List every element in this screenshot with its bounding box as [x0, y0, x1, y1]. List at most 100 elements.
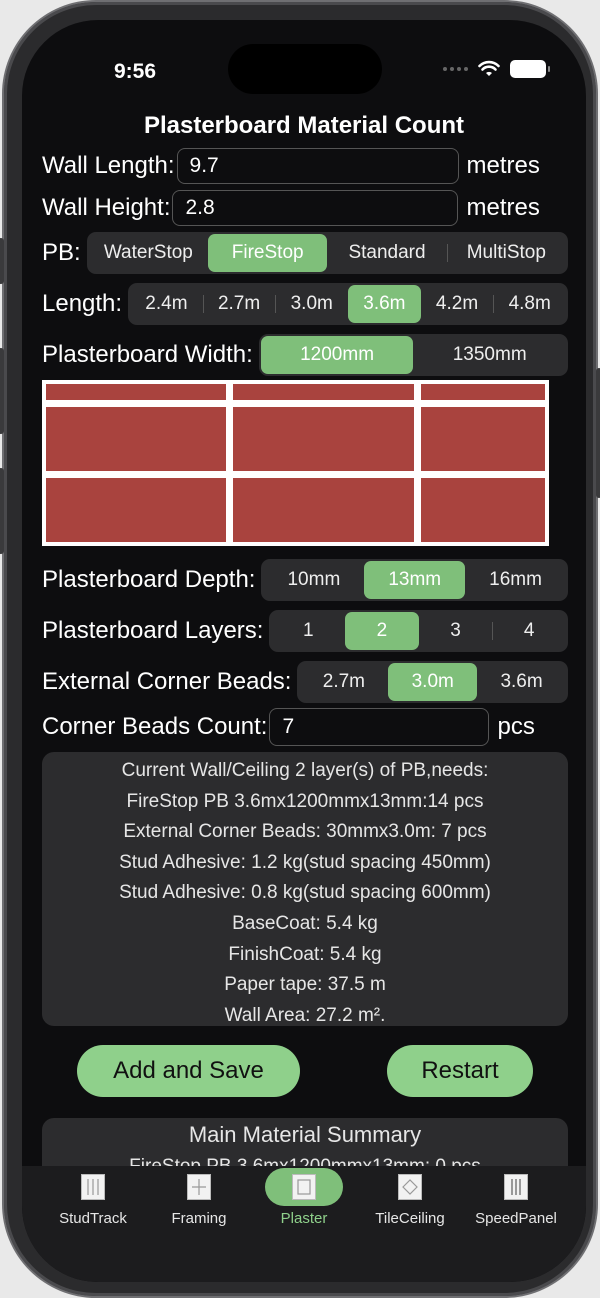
- add-and-save-button[interactable]: Add and Save: [77, 1045, 300, 1097]
- pb-type-segmented-control: WaterStop FireStop Standard MultiStop: [86, 232, 568, 274]
- tab-framing[interactable]: Framing: [149, 1166, 249, 1227]
- result-line: External Corner Beads: 30mmx3.0m: 7 pcs: [123, 821, 487, 843]
- board-panel: [46, 384, 226, 400]
- length-option-4-2m[interactable]: 4.2m: [421, 285, 494, 323]
- board-panel: [46, 407, 226, 471]
- pb-option-multistop[interactable]: MultiStop: [446, 234, 566, 272]
- board-panel: [421, 384, 545, 400]
- tab-speedpanel[interactable]: SpeedPanel: [466, 1166, 566, 1227]
- volume-up-button: [0, 348, 4, 434]
- result-line: Stud Adhesive: 1.2 kg(stud spacing 450mm…: [119, 851, 491, 873]
- cellular-signal-icon: [443, 67, 468, 71]
- status-icons: [443, 60, 550, 78]
- studtrack-icon: [81, 1174, 105, 1200]
- volume-down-button: [0, 468, 4, 554]
- length-option-3-0m[interactable]: 3.0m: [275, 285, 348, 323]
- pb-option-standard[interactable]: Standard: [327, 234, 446, 272]
- restart-button[interactable]: Restart: [387, 1045, 533, 1097]
- board-panel: [421, 407, 545, 471]
- tab-label: SpeedPanel: [475, 1210, 557, 1227]
- wall-length-label: Wall Length:: [42, 152, 175, 179]
- result-line: Paper tape: 37.5 m: [224, 974, 386, 996]
- board-panel: [233, 478, 414, 542]
- depth-option-13mm[interactable]: 13mm: [364, 561, 466, 599]
- depth-option-10mm[interactable]: 10mm: [263, 561, 364, 599]
- battery-icon: [510, 60, 550, 78]
- results-panel: Current Wall/Ceiling 2 layer(s) of PB,ne…: [42, 752, 568, 1026]
- length-option-2-7m[interactable]: 2.7m: [202, 285, 276, 323]
- result-line: FinishCoat: 5.4 kg: [228, 943, 382, 965]
- wall-height-label: Wall Height:: [42, 194, 171, 221]
- plasterboard-layout-diagram: [42, 380, 549, 546]
- length-row: Length: 2.4m 2.7m 3.0m 3.6m 4.2m 4.8m: [42, 283, 568, 325]
- result-line: Stud Adhesive: 0.8 kg(stud spacing 600mm…: [119, 882, 491, 904]
- speedpanel-icon: [504, 1174, 528, 1200]
- width-segmented-control: 1200mm 1350mm: [258, 334, 568, 376]
- corner-count-label: Corner Beads Count:: [42, 713, 268, 740]
- length-option-4-8m[interactable]: 4.8m: [493, 285, 566, 323]
- length-option-3-6m[interactable]: 3.6m: [348, 285, 421, 323]
- layers-option-1[interactable]: 1: [271, 612, 345, 650]
- wall-length-row: Wall Length: 9.7 metres: [42, 148, 568, 184]
- tab-tileceiling[interactable]: TileCeiling: [360, 1166, 460, 1227]
- phone-frame: 9:56 Plasterboard Material Count Wall Le…: [0, 2, 600, 1296]
- layers-option-3[interactable]: 3: [419, 612, 493, 650]
- plaster-icon: [292, 1174, 316, 1200]
- status-time: 9:56: [114, 60, 157, 83]
- wifi-icon: [478, 60, 500, 76]
- pb-type-row: PB: WaterStop FireStop Standard MultiSto…: [42, 232, 568, 274]
- width-label: Plasterboard Width:: [42, 341, 253, 368]
- corner-count-input[interactable]: 7: [269, 708, 490, 746]
- framing-icon: [187, 1174, 211, 1200]
- wall-height-row: Wall Height: 2.8 metres: [42, 190, 568, 226]
- wall-height-unit: metres: [466, 194, 540, 221]
- tab-plaster[interactable]: Plaster: [254, 1166, 354, 1227]
- wall-length-unit: metres: [466, 152, 540, 179]
- depth-row: Plasterboard Depth: 10mm 13mm 16mm: [42, 559, 568, 601]
- corner-beads-label: External Corner Beads:: [42, 668, 292, 695]
- layers-row: Plasterboard Layers: 1 2 3 4: [42, 610, 568, 652]
- layers-option-4[interactable]: 4: [492, 612, 566, 650]
- board-panel: [233, 407, 414, 471]
- width-option-1350mm[interactable]: 1350mm: [413, 336, 566, 374]
- wall-height-input[interactable]: 2.8: [172, 190, 459, 226]
- tileceiling-icon: [398, 1174, 422, 1200]
- board-panel: [46, 478, 226, 542]
- depth-label: Plasterboard Depth:: [42, 566, 256, 593]
- result-line: Current Wall/Ceiling 2 layer(s) of PB,ne…: [121, 760, 489, 781]
- corner-count-unit: pcs: [497, 713, 535, 740]
- power-button: [596, 368, 600, 498]
- layers-label: Plasterboard Layers:: [42, 617, 264, 644]
- width-row: Plasterboard Width: 1200mm 1350mm: [42, 334, 568, 376]
- corner-option-3-6m[interactable]: 3.6m: [477, 663, 566, 701]
- page-title: Plasterboard Material Count: [143, 112, 465, 139]
- tab-bar: StudTrack Framing Plaster TileCeiling Sp…: [22, 1166, 586, 1282]
- screen: 9:56 Plasterboard Material Count Wall Le…: [22, 20, 586, 1282]
- silent-switch: [0, 238, 4, 284]
- tab-studtrack[interactable]: StudTrack: [43, 1166, 143, 1227]
- tab-label: TileCeiling: [375, 1210, 445, 1227]
- depth-option-16mm[interactable]: 16mm: [465, 561, 566, 599]
- depth-segmented-control: 10mm 13mm 16mm: [261, 559, 568, 601]
- corner-beads-row: External Corner Beads: 2.7m 3.0m 3.6m: [42, 661, 568, 703]
- pb-option-waterstop[interactable]: WaterStop: [89, 234, 208, 272]
- summary-title: Main Material Summary: [188, 1122, 422, 1147]
- tab-label: Framing: [171, 1210, 227, 1227]
- result-line: BaseCoat: 5.4 kg: [232, 912, 378, 934]
- result-line: FireStop PB 3.6mx1200mmx13mm:14 pcs: [126, 790, 484, 812]
- length-option-2-4m[interactable]: 2.4m: [130, 285, 203, 323]
- pb-option-firestop[interactable]: FireStop: [208, 234, 328, 272]
- tab-label: Plaster: [280, 1210, 328, 1227]
- pb-type-label: PB:: [42, 239, 81, 266]
- board-panel: [421, 478, 545, 542]
- layers-option-2[interactable]: 2: [345, 612, 419, 650]
- corner-option-2-7m[interactable]: 2.7m: [299, 663, 388, 701]
- corner-count-row: Corner Beads Count: 7 pcs: [42, 708, 568, 746]
- result-line: Wall Area: 27.2 m².: [224, 1004, 386, 1026]
- wall-length-input[interactable]: 9.7: [176, 148, 459, 184]
- width-option-1200mm[interactable]: 1200mm: [260, 336, 414, 374]
- length-segmented-control: 2.4m 2.7m 3.0m 3.6m 4.2m 4.8m: [128, 283, 568, 325]
- length-label: Length:: [42, 290, 123, 317]
- corner-option-3-0m[interactable]: 3.0m: [388, 663, 478, 701]
- layers-segmented-control: 1 2 3 4: [269, 610, 568, 652]
